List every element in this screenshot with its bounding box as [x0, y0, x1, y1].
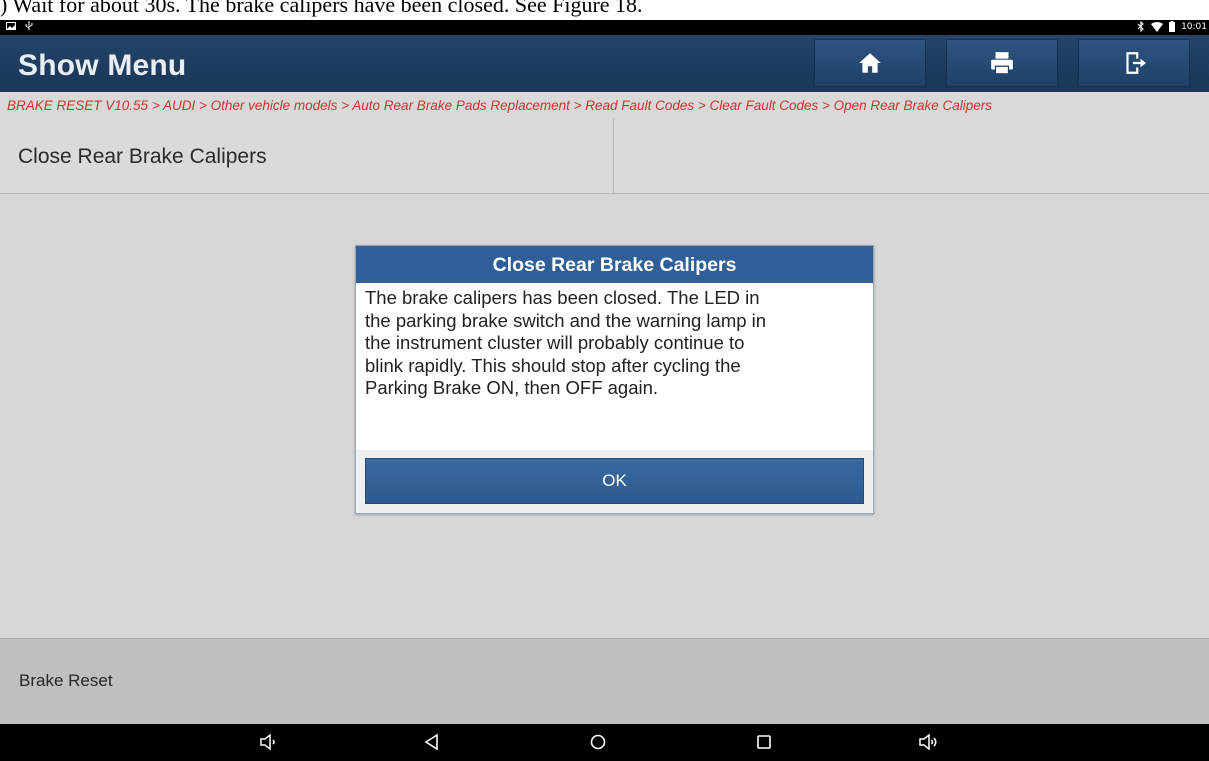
status-bar: 10:01 [0, 20, 1209, 35]
caption-text: ) Wait for about 30s. The brake calipers… [0, 0, 643, 17]
dialog-message-line: Parking Brake ON, then OFF again. [365, 377, 659, 398]
dialog-footer: OK [356, 450, 873, 513]
home-circle-button[interactable] [586, 731, 610, 753]
android-nav-bar [0, 724, 1209, 761]
home-circle-icon [590, 734, 606, 750]
footer-bar: Brake Reset [0, 638, 1209, 724]
page-title: Close Rear Brake Calipers [0, 119, 614, 194]
title-row: Close Rear Brake Calipers [0, 119, 1209, 194]
bluetooth-icon [1137, 21, 1144, 32]
recents-button[interactable] [752, 731, 776, 753]
print-icon [991, 52, 1013, 75]
battery-icon [1169, 21, 1176, 32]
home-icon [859, 53, 881, 73]
back-button[interactable] [420, 731, 444, 753]
app-header: Show Menu [0, 35, 1209, 92]
recents-icon [757, 735, 771, 749]
volume-down-icon [260, 733, 275, 751]
device-screen: 10:01 Show Menu BRAKE RESET V10.55 > AUD… [0, 20, 1209, 761]
back-icon [424, 733, 438, 751]
ok-button[interactable]: OK [365, 458, 864, 504]
print-button[interactable] [946, 39, 1058, 87]
home-button[interactable] [814, 39, 926, 87]
breadcrumb: BRAKE RESET V10.55 > AUDI > Other vehicl… [0, 92, 1209, 119]
dialog-message-line: the instrument cluster will probably con… [365, 332, 745, 353]
app-title: Show Menu [18, 49, 187, 82]
wifi-icon [1151, 21, 1164, 32]
status-time: 10:01 [1181, 21, 1207, 32]
image-icon [6, 22, 16, 30]
dialog-message-line: the parking brake switch and the warning… [365, 309, 767, 331]
document-caption: ) Wait for about 30s. The brake calipers… [0, 0, 1209, 20]
volume-up-button[interactable] [916, 731, 940, 753]
usb-icon [25, 21, 33, 30]
volume-down-button[interactable] [256, 731, 280, 753]
dialog-message-line: blink rapidly. This should stop after cy… [365, 354, 741, 376]
dialog-message-line: The brake calipers has been closed. The … [365, 287, 760, 308]
dialog-title: Close Rear Brake Calipers [356, 246, 873, 283]
footer-label: Brake Reset [19, 671, 113, 690]
close-calipers-dialog: Close Rear Brake Calipers The brake cali… [355, 245, 874, 514]
volume-up-icon [919, 733, 937, 751]
exit-icon [1126, 52, 1146, 74]
dialog-message: The brake calipers has been closed. The … [365, 287, 871, 400]
exit-button[interactable] [1078, 39, 1190, 87]
